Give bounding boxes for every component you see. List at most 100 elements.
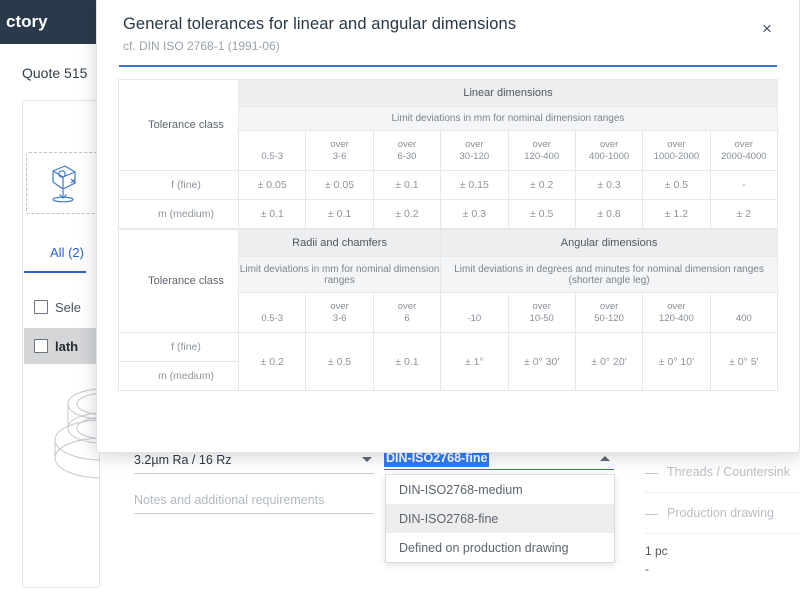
cell: ± 0.2	[372, 199, 442, 229]
radii-sub-header: Limit deviations in mm for nominal dimen…	[237, 256, 442, 293]
part-options-panel: — Threads / Countersink — Production dra…	[645, 452, 800, 592]
range-col-7: over 2000-4000	[709, 130, 779, 171]
cell: ± 0° 30'	[507, 332, 576, 391]
chevron-down-icon	[362, 457, 372, 462]
dialog-header: General tolerances for linear and angula…	[97, 0, 799, 53]
tolerance-dropdown-menu[interactable]: DIN-ISO2768-medium DIN-ISO2768-fine Defi…	[385, 474, 615, 563]
range-col-2: over 6	[372, 292, 442, 333]
option-label: Production drawing	[667, 506, 775, 520]
range-col-6: over 120-400	[642, 292, 711, 333]
part-thumbnail	[30, 378, 100, 488]
surface-roughness-select[interactable]: 3.2µm Ra / 16 Rz	[134, 453, 374, 474]
range-col-5: over 50-120	[574, 292, 644, 333]
tab-active-indicator	[24, 271, 86, 273]
table-row: f (fine) ± 0.2 ± 0.5 ± 0.1 ± 1° ± 0° 30'…	[118, 332, 779, 391]
linear-sub-header: Limit deviations in mm for nominal dimen…	[238, 106, 778, 131]
range-col-7: 400	[709, 292, 779, 333]
tab-all-label: All (2)	[50, 245, 84, 260]
select-all-row[interactable]: Sele	[34, 294, 100, 320]
cell: ± 0.3	[440, 199, 509, 229]
cell: ± 0.5	[305, 332, 374, 391]
table-row: Tolerance class Radii and chamfers Angul…	[118, 229, 778, 333]
cell: ± 0.5	[642, 170, 711, 200]
tab-all[interactable]: All (2)	[34, 245, 100, 273]
range-col-6: over 1000-2000	[642, 130, 711, 171]
tolerance-option-medium[interactable]: DIN-ISO2768-medium	[386, 475, 614, 504]
part-list-item[interactable]: lath	[24, 328, 100, 364]
cell: -	[709, 170, 779, 200]
cell: ± 0.2	[237, 332, 307, 391]
cell: ± 0.15	[440, 170, 509, 200]
range-col-0: 0.5-3	[237, 292, 307, 333]
tolerance-tables: Tolerance class Linear dimensions Limit …	[97, 67, 799, 391]
surface-roughness-value: 3.2µm Ra / 16 Rz	[134, 453, 232, 467]
option-row-threads[interactable]: — Threads / Countersink	[645, 452, 800, 493]
linear-group-header: Linear dimensions	[238, 79, 778, 107]
cell: ± 0° 5'	[709, 332, 779, 391]
notes-input[interactable]: Notes and additional requirements	[134, 493, 374, 514]
angular-sub-header: Limit deviations in degrees and minutes …	[440, 256, 778, 293]
cell: ± 0.05	[237, 170, 307, 200]
select-all-checkbox[interactable]	[34, 300, 48, 314]
cell: ± 0.1	[305, 199, 374, 229]
radii-group-header: Radii and chamfers	[237, 229, 442, 257]
cell: ± 0.1	[372, 170, 442, 200]
row-label-fine: f (fine)	[118, 332, 239, 362]
table-row: m (medium) ± 0.1 ± 0.1 ± 0.2 ± 0.3 ± 0.5…	[118, 199, 779, 229]
tolerance-select[interactable]: DIN-ISO2768-fine	[384, 450, 614, 470]
dash-icon: —	[645, 464, 658, 480]
angular-dimensions-table: Tolerance class Radii and chamfers Angul…	[118, 229, 779, 391]
angular-group-header: Angular dimensions	[440, 229, 778, 257]
notes-placeholder: Notes and additional requirements	[134, 493, 325, 507]
tolerance-class-header: Tolerance class	[118, 229, 239, 333]
cell: ± 0° 20'	[574, 332, 644, 391]
part-config-form: 3.2µm Ra / 16 Rz Notes and additional re…	[126, 448, 638, 568]
cell: ± 0.3	[574, 170, 644, 200]
upload-cad-icon	[52, 165, 76, 203]
upload-dropzone[interactable]	[26, 152, 100, 214]
row-label-medium: m (medium)	[118, 361, 239, 391]
row-label-fine: f (fine)	[118, 170, 239, 200]
quote-title: Quote 515	[0, 58, 100, 88]
range-col-1: over 3-6	[305, 130, 374, 171]
range-col-5: over 400-1000	[574, 130, 644, 171]
cell: ± 0.1	[372, 332, 442, 391]
price-value: -	[645, 562, 649, 576]
table-row: f (fine) ± 0.05 ± 0.05 ± 0.1 ± 0.15 ± 0.…	[118, 170, 779, 200]
option-row-production-drawing[interactable]: — Production drawing	[645, 493, 800, 534]
cell: ± 0° 10'	[642, 332, 711, 391]
cell: ± 0.2	[507, 170, 576, 200]
cell: ± 0.1	[237, 199, 307, 229]
table-row: Tolerance class Linear dimensions	[118, 79, 778, 171]
tolerance-option-label: DIN-ISO2768-fine	[399, 511, 499, 526]
range-col-3: -10	[440, 292, 509, 333]
part-checkbox[interactable]	[34, 339, 48, 353]
cell: ± 0.5	[507, 199, 576, 229]
linear-dimensions-table: Tolerance class Linear dimensions Limit …	[118, 79, 779, 229]
part-label: lath	[55, 338, 79, 354]
lathe-part-3d-icon	[54, 388, 100, 479]
close-icon[interactable]: ×	[757, 19, 777, 39]
tolerance-option-label: DIN-ISO2768-medium	[399, 482, 523, 497]
cell: ± 0.8	[574, 199, 644, 229]
quote-title-text: Quote 515	[22, 65, 88, 81]
tolerance-info-dialog: General tolerances for linear and angula…	[96, 0, 800, 453]
dash-icon: —	[645, 505, 658, 521]
tolerance-option-drawing[interactable]: Defined on production drawing	[386, 533, 614, 562]
brand-text: ctory	[6, 12, 48, 31]
dialog-title: General tolerances for linear and angula…	[123, 15, 517, 33]
cell: ± 0.05	[305, 170, 374, 200]
cell: ± 2	[709, 199, 779, 229]
chevron-up-icon	[600, 456, 610, 461]
tolerance-option-fine[interactable]: DIN-ISO2768-fine	[386, 504, 614, 533]
tolerance-option-label: Defined on production drawing	[399, 540, 569, 555]
dialog-subtitle: cf. DIN ISO 2768-1 (1991-06)	[123, 39, 280, 53]
quantity-value: 1 pc	[645, 544, 668, 558]
range-col-1: over 3-6	[305, 292, 374, 333]
range-col-2: over 6-30	[372, 130, 442, 171]
application-window: ctory Quote 515 All (2) Sele lath 3.2µm …	[0, 0, 800, 602]
range-col-0: 0.5-3	[237, 130, 307, 171]
range-col-3: over 30-120	[440, 130, 509, 171]
range-col-4: over 120-400	[507, 130, 576, 171]
row-label-medium: m (medium)	[118, 199, 239, 229]
